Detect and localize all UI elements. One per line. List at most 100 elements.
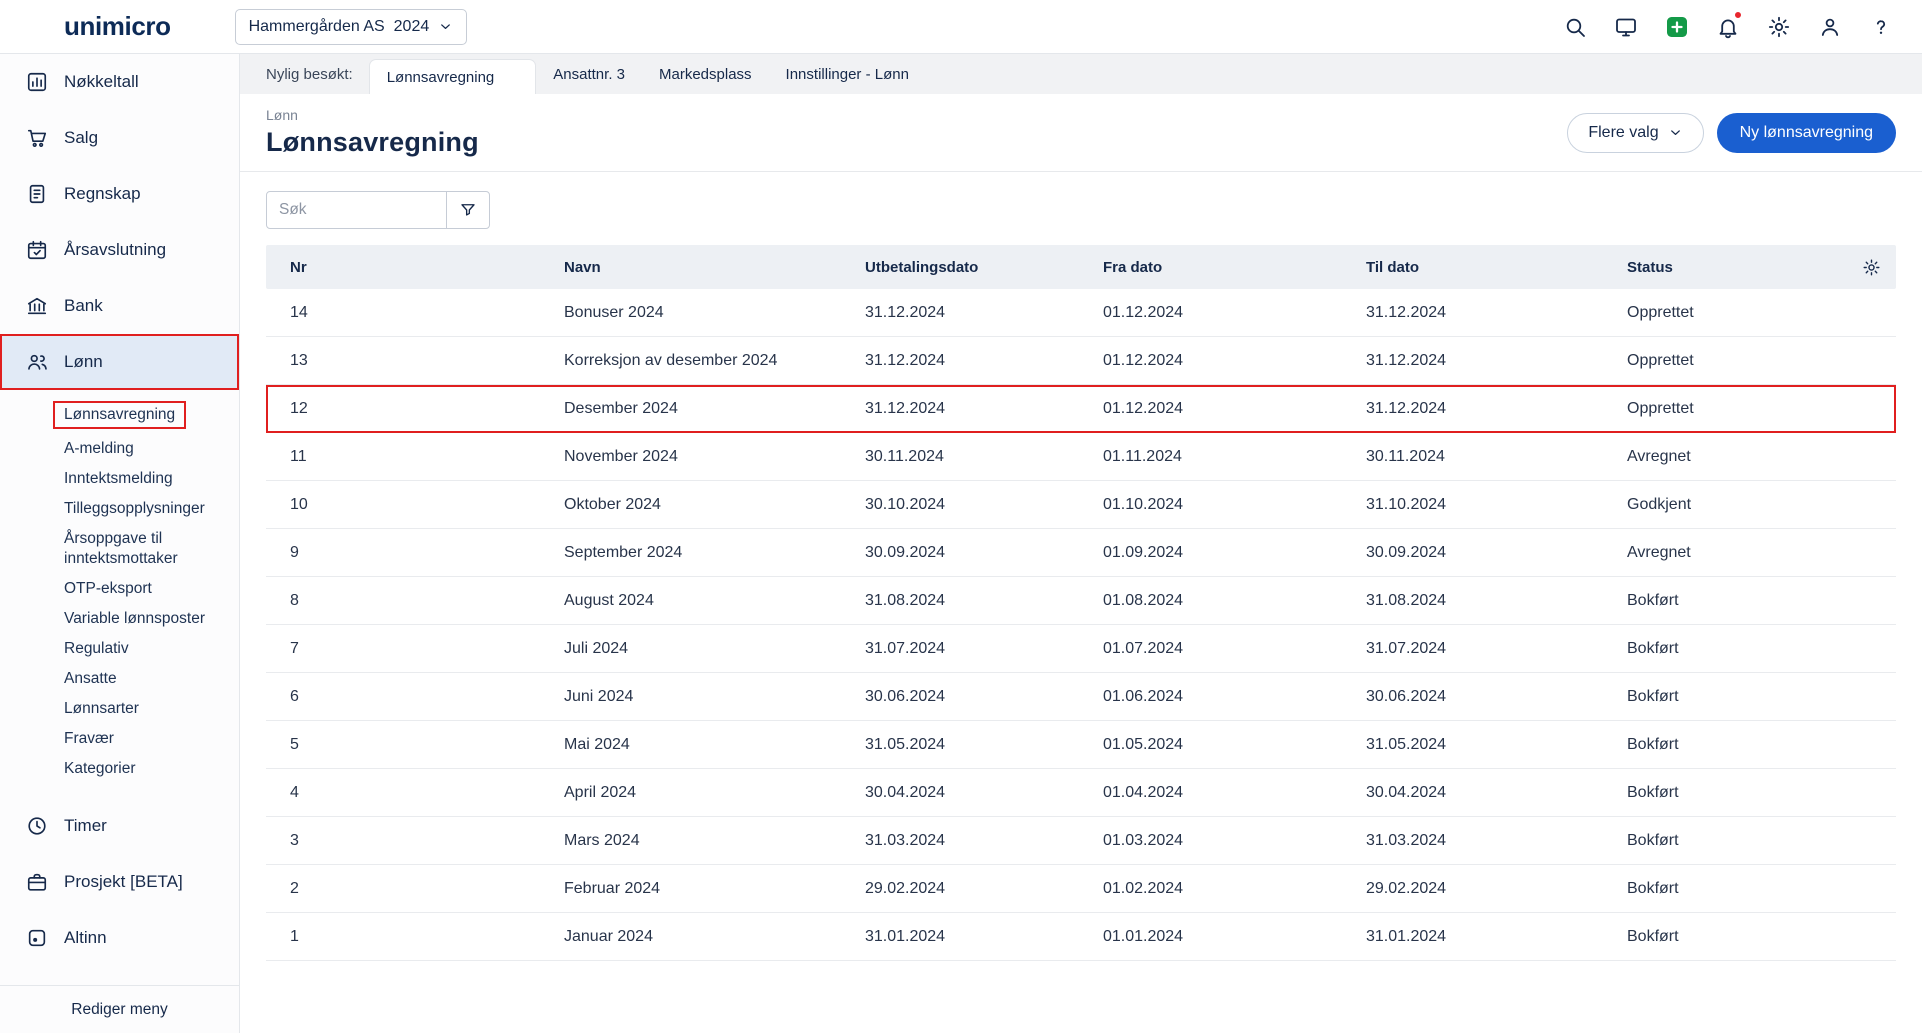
cell-til-dato: 30.11.2024 (1350, 448, 1611, 466)
table-row[interactable]: 6Juni 202430.06.202401.06.202430.06.2024… (266, 673, 1896, 721)
menu-icon[interactable] (20, 12, 50, 42)
sidebar-subitem-a-melding[interactable]: A-melding (0, 434, 239, 464)
sidebar-subitem-l-nnsarter[interactable]: Lønnsarter (0, 694, 239, 724)
sidebar-item-bank[interactable]: Bank (0, 278, 239, 334)
tab-close-icon[interactable] (505, 71, 518, 84)
clock-icon (26, 815, 48, 837)
sidebar-item-altinn[interactable]: Altinn (0, 910, 239, 966)
sidebar-subitem-variable-l-nnsposter[interactable]: Variable lønnsposter (0, 604, 239, 634)
cell-status: Bokført (1611, 784, 1896, 802)
sidebar-item-regnskap[interactable]: Regnskap (0, 166, 239, 222)
cell-utbetalingsdato: 30.04.2024 (849, 784, 1087, 802)
column-header-til-dato[interactable]: Til dato (1350, 259, 1611, 276)
sidebar-subitem-inntektsmelding[interactable]: Inntektsmelding (0, 464, 239, 494)
company-year: 2024 (394, 18, 430, 36)
column-header-fra-dato[interactable]: Fra dato (1087, 259, 1350, 276)
tab-innstillinger-l-nn[interactable]: Innstillinger - Lønn (769, 54, 926, 94)
table-row[interactable]: 8August 202431.08.202401.08.202431.08.20… (266, 577, 1896, 625)
cell-nr: 13 (266, 352, 548, 370)
column-header-status[interactable]: Status (1611, 259, 1896, 276)
column-header-navn[interactable]: Navn (548, 259, 849, 276)
table-row[interactable]: 11November 202430.11.202401.11.202430.11… (266, 433, 1896, 481)
app-window: unimicro Hammergården AS 2024 Nøkkeltall… (0, 0, 1922, 1033)
company-selector[interactable]: Hammergården AS 2024 (235, 9, 468, 45)
column-header-utbetalingsdato[interactable]: Utbetalingsdato (849, 259, 1087, 276)
sidebar-subitem-label: Kategorier (64, 760, 136, 777)
cell-til-dato: 31.12.2024 (1350, 400, 1611, 418)
cell-navn: Mai 2024 (548, 736, 849, 754)
cell-til-dato: 31.10.2024 (1350, 496, 1611, 514)
sidebar: NøkkeltallSalgRegnskapÅrsavslutningBankL… (0, 54, 240, 1033)
search-group (266, 191, 490, 229)
table-row[interactable]: 13Korreksjon av desember 202431.12.20240… (266, 337, 1896, 385)
notifications-icon[interactable] (1714, 13, 1741, 40)
chevron-down-icon (1668, 125, 1683, 140)
sidebar-item-salg[interactable]: Salg (0, 110, 239, 166)
edit-menu-button[interactable]: Rediger meny (71, 1001, 168, 1019)
cell-nr: 3 (266, 832, 548, 850)
sidebar-subitem-tilleggsopplysninger[interactable]: Tilleggsopplysninger (0, 494, 239, 524)
table-row[interactable]: 5Mai 202431.05.202401.05.202431.05.2024B… (266, 721, 1896, 769)
calendar-icon (26, 239, 48, 261)
table-settings-icon[interactable] (1858, 254, 1884, 280)
sidebar-item-l-nn[interactable]: Lønn (0, 334, 239, 390)
cell-nr: 4 (266, 784, 548, 802)
marketplace-icon[interactable] (1612, 13, 1639, 40)
table-row[interactable]: 1Januar 202431.01.202401.01.202431.01.20… (266, 913, 1896, 961)
sidebar-item-rsavslutning[interactable]: Årsavslutning (0, 222, 239, 278)
cell-nr: 1 (266, 928, 548, 946)
tab-l-nnsavregning[interactable]: Lønnsavregning (369, 59, 537, 94)
briefcase-icon (26, 871, 48, 893)
sidebar-item-timer[interactable]: Timer (0, 798, 239, 854)
chart-icon (26, 71, 48, 93)
cell-utbetalingsdato: 30.11.2024 (849, 448, 1087, 466)
sidebar-subitem-frav-r[interactable]: Fravær (0, 724, 239, 754)
sidebar-item-label: Regnskap (64, 184, 141, 204)
filter-button[interactable] (447, 192, 489, 228)
sidebar-subitem-label: OTP-eksport (64, 580, 152, 597)
cell-nr: 5 (266, 736, 548, 754)
cell-navn: Juli 2024 (548, 640, 849, 658)
cell-til-dato: 30.09.2024 (1350, 544, 1611, 562)
cell-nr: 10 (266, 496, 548, 514)
sidebar-subitem-ansatte[interactable]: Ansatte (0, 664, 239, 694)
cell-navn: September 2024 (548, 544, 849, 562)
help-icon[interactable] (1867, 13, 1894, 40)
sidebar-subitem-otp-eksport[interactable]: OTP-eksport (0, 574, 239, 604)
payroll-table: NrNavnUtbetalingsdatoFra datoTil datoSta… (266, 245, 1896, 961)
cell-fra-dato: 01.06.2024 (1087, 688, 1350, 706)
company-name: Hammergården AS (249, 18, 385, 36)
more-options-button[interactable]: Flere valg (1567, 113, 1703, 153)
table-row[interactable]: 3Mars 202431.03.202401.03.202431.03.2024… (266, 817, 1896, 865)
tab-markedsplass[interactable]: Markedsplass (642, 54, 769, 94)
cell-status: Godkjent (1611, 496, 1896, 514)
tab-ansattnr-3[interactable]: Ansattnr. 3 (536, 54, 642, 94)
page-header: Lønn Lønnsavregning Flere valg Ny lønnsa… (240, 94, 1922, 172)
settings-icon[interactable] (1765, 13, 1792, 40)
cell-utbetalingsdato: 30.06.2024 (849, 688, 1087, 706)
sidebar-item-prosjekt-beta[interactable]: Prosjekt [BETA] (0, 854, 239, 910)
table-row[interactable]: 2Februar 202429.02.202401.02.202429.02.2… (266, 865, 1896, 913)
search-icon[interactable] (1561, 13, 1588, 40)
table-row[interactable]: 4April 202430.04.202401.04.202430.04.202… (266, 769, 1896, 817)
cell-fra-dato: 01.11.2024 (1087, 448, 1350, 466)
cell-fra-dato: 01.07.2024 (1087, 640, 1350, 658)
cell-status: Opprettet (1611, 400, 1896, 418)
table-row[interactable]: 9September 202430.09.202401.09.202430.09… (266, 529, 1896, 577)
quick-add-icon[interactable] (1663, 13, 1690, 40)
sidebar-subitem-rsoppgave-til-inntektsmottaker[interactable]: Årsoppgave til inntektsmottaker (0, 524, 239, 574)
sidebar-item-n-kkeltall[interactable]: Nøkkeltall (0, 54, 239, 110)
new-payroll-button[interactable]: Ny lønnsavregning (1717, 113, 1896, 153)
sidebar-subitem-kategorier[interactable]: Kategorier (0, 754, 239, 784)
sidebar-subitem-regulativ[interactable]: Regulativ (0, 634, 239, 664)
column-header-nr[interactable]: Nr (266, 259, 548, 276)
user-icon[interactable] (1816, 13, 1843, 40)
table-row[interactable]: 10Oktober 202430.10.202401.10.202431.10.… (266, 481, 1896, 529)
table-row[interactable]: 14Bonuser 202431.12.202401.12.202431.12.… (266, 289, 1896, 337)
search-input[interactable] (267, 192, 446, 228)
cell-utbetalingsdato: 30.09.2024 (849, 544, 1087, 562)
cell-utbetalingsdato: 29.02.2024 (849, 880, 1087, 898)
table-row[interactable]: 12Desember 202431.12.202401.12.202431.12… (266, 385, 1896, 433)
table-row[interactable]: 7Juli 202431.07.202401.07.202431.07.2024… (266, 625, 1896, 673)
sidebar-subitem-l-nnsavregning[interactable]: Lønnsavregning (0, 396, 239, 434)
